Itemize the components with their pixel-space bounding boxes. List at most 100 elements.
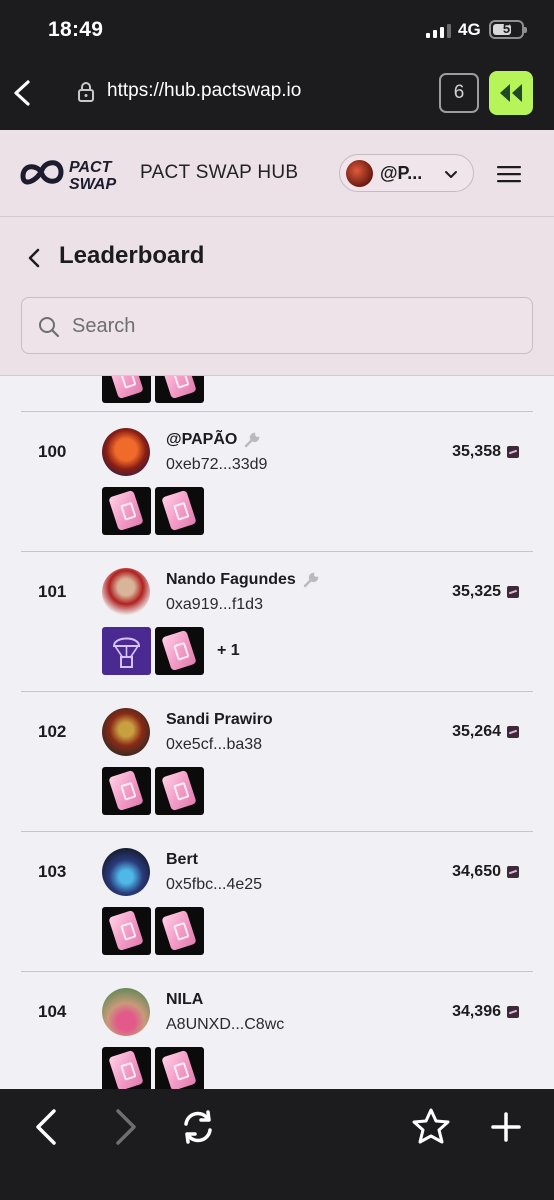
badge-list: + 1 bbox=[102, 627, 240, 675]
nft-badge[interactable] bbox=[155, 627, 204, 675]
battery-level: 5 bbox=[502, 21, 511, 36]
rewind-icon bbox=[500, 84, 522, 102]
pact-token-icon bbox=[507, 866, 519, 878]
points: 34,396 bbox=[452, 1003, 519, 1021]
page-header: Leaderboard bbox=[0, 217, 554, 376]
wallet-address: 0xe5cf...ba38 bbox=[166, 736, 263, 753]
points-value: 35,325 bbox=[452, 583, 501, 600]
wallet-address: 0xa919...f1d3 bbox=[166, 596, 263, 613]
wallet-address: 0xeb72...33d9 bbox=[166, 456, 268, 473]
nft-badge[interactable] bbox=[155, 376, 204, 403]
site-header: PACT SWAP PACT SWAP HUB @P... bbox=[0, 130, 554, 217]
airdrop-badge[interactable] bbox=[102, 627, 151, 675]
avatar bbox=[102, 988, 150, 1036]
nft-badge[interactable] bbox=[102, 376, 151, 403]
table-row[interactable]: 104 NILA A8UNXD...C8wc 34,396 bbox=[21, 971, 533, 1089]
hamburger-menu-icon[interactable] bbox=[497, 164, 521, 184]
table-row[interactable]: 101 Nando Fagundes 0xa919...f1d3 35,325 … bbox=[21, 551, 533, 691]
nft-badge[interactable] bbox=[155, 907, 204, 955]
search-input[interactable] bbox=[72, 308, 512, 344]
badge-list bbox=[102, 767, 204, 815]
wallet-address: 0x5fbc...4e25 bbox=[166, 876, 263, 893]
player-name: @PAPÃO bbox=[166, 431, 261, 449]
tab-switcher-button[interactable]: 6 bbox=[439, 73, 479, 113]
url-bar[interactable]: https://hub.pactswap.io bbox=[107, 80, 301, 102]
account-name: @P... bbox=[380, 162, 423, 183]
search-icon bbox=[39, 317, 60, 338]
player-name-text: Nando Fagundes bbox=[166, 571, 296, 588]
points: 35,264 bbox=[452, 723, 519, 741]
player-name-text: Sandi Prawiro bbox=[166, 711, 273, 728]
status-time: 18:49 bbox=[48, 18, 104, 41]
player-name: NILA bbox=[166, 991, 203, 1009]
browser-forward-icon[interactable] bbox=[104, 1107, 144, 1147]
table-row[interactable]: 100 @PAPÃO 0xeb72...33d9 35,358 bbox=[21, 411, 533, 551]
avatar bbox=[102, 568, 150, 616]
reload-icon[interactable] bbox=[178, 1107, 218, 1147]
rank: 104 bbox=[38, 1002, 67, 1021]
avatar bbox=[102, 428, 150, 476]
rank: 103 bbox=[38, 862, 67, 881]
signal-icon bbox=[426, 24, 451, 38]
points-value: 34,396 bbox=[452, 1003, 501, 1020]
points-value: 35,358 bbox=[452, 443, 501, 460]
table-row[interactable]: 102 Sandi Prawiro 0xe5cf...ba38 35,264 bbox=[21, 691, 533, 831]
nft-badge[interactable] bbox=[102, 487, 151, 535]
nft-badge[interactable] bbox=[155, 767, 204, 815]
pact-token-icon bbox=[507, 1006, 519, 1018]
more-badges-count[interactable]: + 1 bbox=[217, 642, 240, 660]
account-dropdown[interactable]: @P... bbox=[339, 154, 474, 192]
avatar bbox=[102, 708, 150, 756]
wrench-icon bbox=[245, 432, 260, 448]
nft-badge[interactable] bbox=[102, 907, 151, 955]
rank: 102 bbox=[38, 722, 67, 741]
logo-text-2: SWAP bbox=[69, 176, 116, 192]
nft-badge[interactable] bbox=[102, 767, 151, 815]
rank: 100 bbox=[38, 442, 67, 461]
player-name-text: @PAPÃO bbox=[166, 431, 238, 448]
chevron-down-icon bbox=[445, 171, 457, 178]
back-chevron-icon[interactable] bbox=[26, 247, 42, 269]
points: 34,650 bbox=[452, 863, 519, 881]
player-name: Nando Fagundes bbox=[166, 571, 320, 589]
pactswap-logo[interactable]: PACT SWAP bbox=[20, 156, 130, 192]
new-tab-plus-icon[interactable] bbox=[486, 1107, 526, 1147]
logo-text-1: PACT bbox=[69, 159, 113, 176]
wallet-address: A8UNXD...C8wc bbox=[166, 1016, 285, 1033]
badge-list bbox=[102, 1047, 204, 1089]
hub-title: PACT SWAP HUB bbox=[140, 162, 299, 183]
browser-toolbar bbox=[0, 1089, 554, 1200]
badge-list bbox=[102, 487, 204, 535]
extension-button[interactable] bbox=[489, 71, 533, 115]
nft-badge[interactable] bbox=[155, 1047, 204, 1089]
points-value: 34,650 bbox=[452, 863, 501, 880]
player-name-text: NILA bbox=[166, 991, 204, 1008]
status-bar: 18:49 4G 5 bbox=[0, 0, 554, 62]
battery-icon: 5 bbox=[489, 20, 527, 39]
pact-token-icon bbox=[507, 586, 519, 598]
table-row[interactable]: 103 Bert 0x5fbc...4e25 34,650 bbox=[21, 831, 533, 971]
leaderboard-list: 100 @PAPÃO 0xeb72...33d9 35,358 101 Nand… bbox=[0, 376, 554, 1089]
browser-chrome: 18:49 4G 5 https://hub.pactswap.io 6 bbox=[0, 0, 554, 130]
search-box[interactable] bbox=[21, 297, 533, 354]
page-title: Leaderboard bbox=[59, 242, 205, 269]
pact-token-icon bbox=[507, 726, 519, 738]
lock-icon bbox=[78, 82, 94, 102]
nft-badge[interactable] bbox=[155, 487, 204, 535]
rank: 101 bbox=[38, 582, 67, 601]
points: 35,325 bbox=[452, 583, 519, 601]
badge-list bbox=[102, 376, 204, 403]
bookmark-star-icon[interactable] bbox=[411, 1107, 451, 1147]
points-value: 35,264 bbox=[452, 723, 501, 740]
parachute-icon bbox=[112, 637, 141, 668]
player-name: Bert bbox=[166, 851, 198, 869]
points: 35,358 bbox=[452, 443, 519, 461]
player-name-text: Bert bbox=[166, 851, 199, 868]
nft-badge[interactable] bbox=[102, 1047, 151, 1089]
avatar bbox=[102, 848, 150, 896]
browser-back-icon[interactable] bbox=[8, 76, 36, 110]
avatar bbox=[346, 159, 373, 187]
browser-back-icon[interactable] bbox=[28, 1107, 68, 1147]
pact-token-icon bbox=[507, 446, 519, 458]
wrench-icon bbox=[303, 572, 319, 588]
